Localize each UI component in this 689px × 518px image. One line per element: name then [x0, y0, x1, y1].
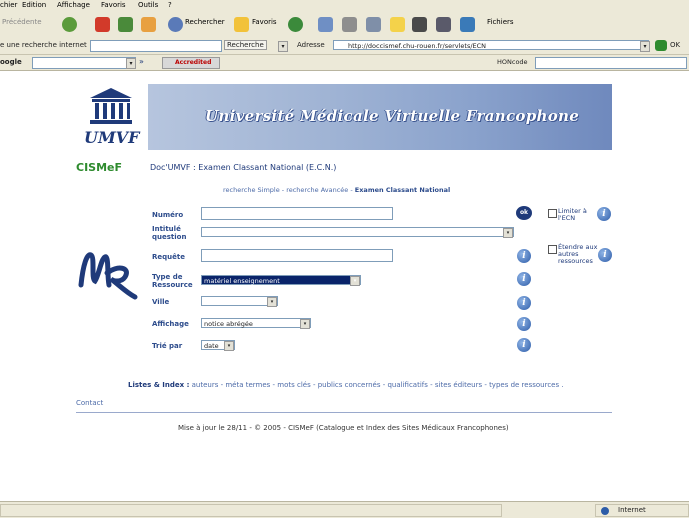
toolbar: Précédente Rechercher Favoris Fichiers: [0, 12, 689, 39]
address-input[interactable]: http://doccismef.chu-rouen.fr/servlets/E…: [333, 40, 649, 50]
contact-link[interactable]: Contact: [76, 399, 103, 407]
home-icon[interactable]: [141, 17, 156, 32]
chevron-down-icon: ▾: [503, 228, 513, 238]
back-button[interactable]: Précédente: [2, 18, 42, 26]
affichage-select[interactable]: notice abrégée ▾: [201, 318, 311, 329]
internet-search-input[interactable]: [90, 40, 222, 52]
ok-button[interactable]: ok: [516, 206, 532, 220]
google-toolbar: oogle ▾ » Accredited HONcode: [0, 55, 689, 71]
trie-par-label: Trié par: [152, 342, 183, 350]
chevron-down-icon: ▾: [224, 341, 234, 351]
google-search-input[interactable]: [32, 57, 136, 69]
banner-title: Université Médicale Virtuelle Francophon…: [205, 107, 580, 125]
menu-view[interactable]: Affichage: [57, 1, 90, 9]
accredited-badge[interactable]: Accredited: [175, 59, 211, 66]
limit-info-icon[interactable]: i: [597, 207, 611, 221]
type-ressource-select[interactable]: matériel enseignement ▾: [201, 275, 361, 286]
trie-par-select[interactable]: date ▾: [201, 340, 235, 351]
requete-info-icon[interactable]: i: [517, 249, 531, 263]
google-more-icon[interactable]: »: [139, 57, 144, 66]
internet-search-button[interactable]: Recherche: [224, 40, 267, 50]
ville-label: Ville: [152, 298, 170, 306]
simple-search-link[interactable]: recherche Simple: [223, 186, 280, 194]
numero-input[interactable]: [201, 207, 393, 220]
menu-favorites[interactable]: Favoris: [101, 1, 126, 9]
extend-label: Étendre aux autres ressources: [558, 243, 598, 265]
honcode-label: HONcode: [497, 58, 528, 66]
advanced-search-link[interactable]: recherche Avancée: [286, 186, 348, 194]
edit-icon[interactable]: [366, 17, 381, 32]
internet-search-label: e une recherche internet: [0, 41, 87, 49]
type-info-icon[interactable]: i: [517, 272, 531, 286]
menu-file[interactable]: chier: [0, 1, 17, 9]
menu-bar: chier Edition Affichage Favoris Outils ?: [0, 0, 689, 12]
messenger-icon[interactable]: [460, 17, 475, 32]
files-button[interactable]: Fichiers: [487, 18, 514, 26]
history-icon[interactable]: [288, 17, 303, 32]
toolbar-app-icon[interactable]: [436, 17, 451, 32]
address-url: http://doccismef.chu-rouen.fr/servlets/E…: [348, 42, 487, 50]
divider: [76, 412, 612, 413]
ville-info-icon[interactable]: i: [517, 296, 531, 310]
favorites-button[interactable]: Favoris: [252, 18, 277, 26]
ville-select[interactable]: ▾: [201, 296, 278, 307]
affichage-label: Affichage: [152, 320, 189, 328]
forward-icon[interactable]: [62, 17, 77, 32]
honcode-input[interactable]: [535, 57, 687, 69]
go-icon[interactable]: [655, 40, 667, 51]
limit-ecn-label: Limiter à l'ECN: [558, 207, 587, 222]
umvf-building-logo: [90, 88, 132, 124]
refresh-icon[interactable]: [118, 17, 133, 32]
cismef-logo[interactable]: CISMeF: [76, 161, 122, 174]
address-dropdown-icon[interactable]: ▾: [640, 41, 650, 52]
intitule-label: Intitulé question: [152, 225, 187, 241]
mail-icon[interactable]: [318, 17, 333, 32]
type-ressource-label: Type de Ressource: [152, 273, 193, 289]
chevron-down-icon: ▾: [267, 297, 277, 307]
intitule-select[interactable]: ▾: [201, 227, 514, 238]
listes-index-links[interactable]: auteurs - méta termes - mots clés - publ…: [192, 381, 564, 389]
menu-tools[interactable]: Outils: [138, 1, 158, 9]
status-bar: Internet: [0, 501, 689, 518]
address-label: Adresse: [297, 41, 325, 49]
extend-info-icon[interactable]: i: [598, 248, 612, 262]
affichage-value: notice abrégée: [204, 320, 253, 328]
menu-edit[interactable]: Edition: [22, 1, 46, 9]
trie-par-value: date: [204, 342, 219, 350]
favorites-star-icon[interactable]: [234, 17, 249, 32]
affichage-info-icon[interactable]: i: [517, 317, 531, 331]
requete-input[interactable]: [201, 249, 393, 262]
listes-index-label: Listes & Index :: [128, 381, 190, 389]
mr-signature-logo: [78, 252, 138, 300]
folder-icon[interactable]: [390, 17, 405, 32]
extend-checkbox[interactable]: [548, 245, 557, 254]
stop-icon[interactable]: [95, 17, 110, 32]
umvf-logo-text: UMVF: [84, 128, 140, 147]
google-label: oogle: [0, 58, 22, 66]
limit-ecn-checkbox[interactable]: [548, 209, 557, 218]
requete-label: Requête: [152, 253, 185, 261]
type-ressource-value: matériel enseignement: [204, 277, 280, 285]
listes-index: Listes & Index : auteurs - méta termes -…: [128, 381, 564, 389]
internet-zone-icon: [601, 507, 609, 515]
footer-text: Mise à jour le 28/11 - © 2005 - CISMeF (…: [178, 424, 509, 432]
page-title: Doc'UMVF : Examen Classant National (E.C…: [150, 163, 337, 172]
go-button[interactable]: OK: [670, 41, 680, 49]
chevron-down-icon: ▾: [300, 319, 310, 329]
google-dropdown-icon[interactable]: ▾: [126, 58, 136, 69]
search-mode-nav: recherche Simple - recherche Avancée - E…: [223, 186, 451, 194]
address-row: e une recherche internet Recherche ▾ Adr…: [0, 38, 689, 55]
search-dropdown-icon[interactable]: ▾: [278, 41, 288, 52]
chevron-down-icon: ▾: [350, 276, 360, 286]
trie-info-icon[interactable]: i: [517, 338, 531, 352]
calculator-icon[interactable]: [412, 17, 427, 32]
security-zone-label: Internet: [618, 506, 646, 514]
print-icon[interactable]: [342, 17, 357, 32]
search-icon[interactable]: [168, 17, 183, 32]
menu-help[interactable]: ?: [168, 1, 172, 9]
ecn-search-link[interactable]: Examen Classant National: [355, 186, 450, 194]
search-button[interactable]: Rechercher: [185, 18, 225, 26]
numero-label: Numéro: [152, 211, 184, 219]
